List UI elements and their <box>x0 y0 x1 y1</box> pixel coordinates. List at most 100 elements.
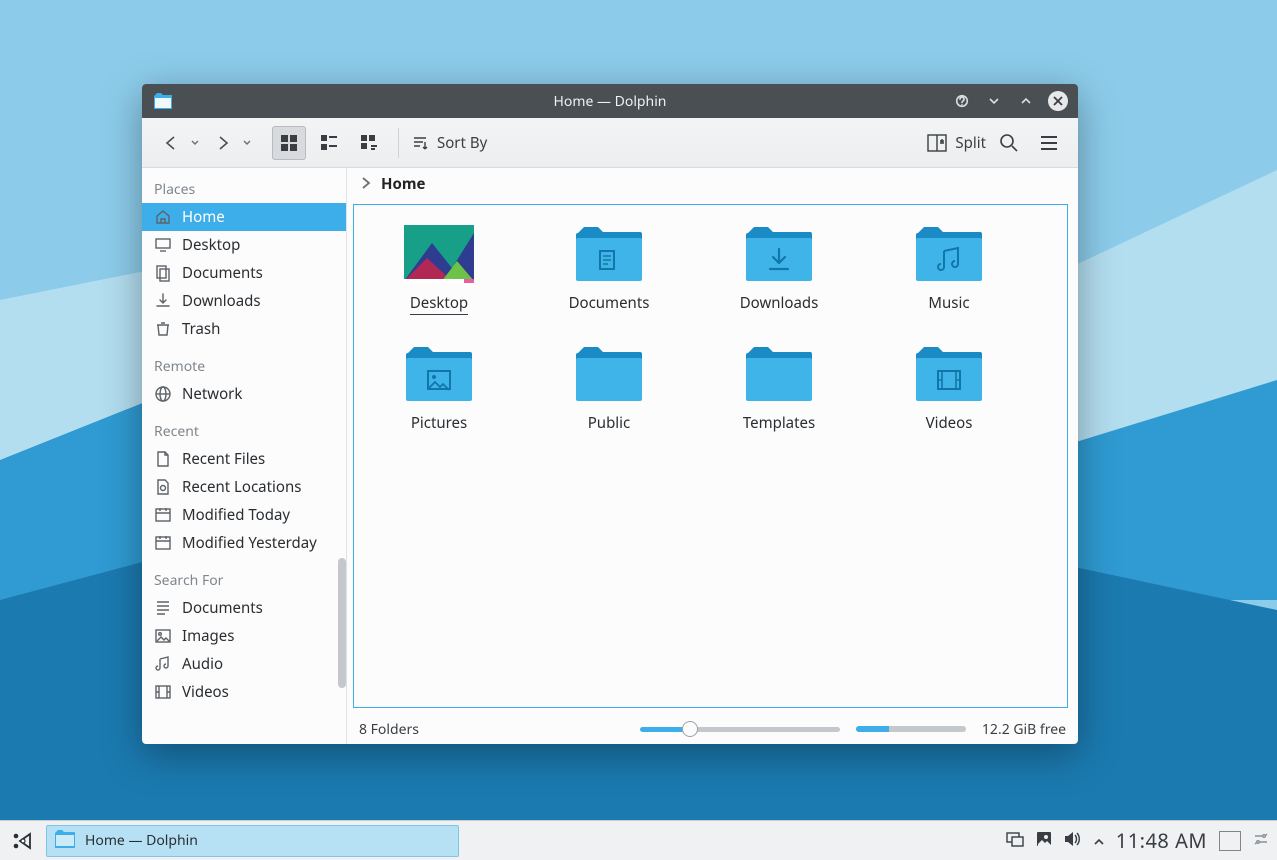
search-button[interactable] <box>992 126 1026 160</box>
zoom-slider[interactable] <box>640 727 840 732</box>
status-free-space: 12.2 GiB free <box>982 720 1066 739</box>
clock[interactable]: 11:48 AM <box>1116 827 1207 854</box>
taskbar-app-label: Home — Dolphin <box>85 831 198 850</box>
view-compact-button[interactable] <box>312 126 346 160</box>
sidebar-item-home[interactable]: Home <box>142 203 346 231</box>
sidebar-item-label: Trash <box>182 319 220 339</box>
sidebar-item-label: Recent Locations <box>182 477 301 497</box>
sort-by-button[interactable]: Sort By <box>411 133 487 153</box>
system-tray: 11:48 AM <box>1006 827 1269 854</box>
sidebar-item-recent-locations[interactable]: Recent Locations <box>142 473 346 501</box>
file-label: Videos <box>926 413 973 433</box>
documents-icon <box>154 264 172 282</box>
split-button[interactable]: Split <box>927 133 986 153</box>
file-item-documents[interactable]: Documents <box>524 223 694 343</box>
help-icon[interactable] <box>952 91 972 111</box>
sidebar-item-images[interactable]: Images <box>142 622 346 650</box>
sidebar-item-label: Desktop <box>182 235 240 255</box>
file-label: Templates <box>743 413 815 433</box>
sidebar-item-trash[interactable]: Trash <box>142 315 346 343</box>
file-item-downloads[interactable]: Downloads <box>694 223 864 343</box>
sidebar-item-label: Recent Files <box>182 449 265 469</box>
disk-usage-bar <box>856 726 966 732</box>
sidebar-item-videos[interactable]: Videos <box>142 678 346 706</box>
show-desktop-button[interactable] <box>1219 831 1241 851</box>
places-sidebar: PlacesHomeDesktopDocumentsDownloadsTrash… <box>142 168 347 744</box>
sidebar-item-recent-files[interactable]: Recent Files <box>142 445 346 473</box>
forward-dropdown[interactable] <box>242 139 252 147</box>
back-dropdown[interactable] <box>190 139 200 147</box>
file-item-templates[interactable]: Templates <box>694 343 864 463</box>
close-button[interactable] <box>1048 91 1068 111</box>
sidebar-item-network[interactable]: Network <box>142 380 346 408</box>
menu-button[interactable] <box>1032 126 1066 160</box>
file-label: Downloads <box>740 293 819 313</box>
sidebar-item-audio[interactable]: Audio <box>142 650 346 678</box>
sidebar-item-documents[interactable]: Documents <box>142 259 346 287</box>
folder-icon <box>55 830 77 852</box>
status-count: 8 Folders <box>359 720 419 739</box>
sidebar-item-modified-today[interactable]: Modified Today <box>142 501 346 529</box>
application-launcher[interactable] <box>8 826 38 856</box>
view-details-button[interactable] <box>352 126 386 160</box>
image-icon <box>154 627 172 645</box>
file-item-desktop[interactable]: Desktop <box>354 223 524 343</box>
sidebar-item-label: Downloads <box>182 291 261 311</box>
sidebar-header: Remote <box>142 351 346 380</box>
calendar-icon <box>154 506 172 524</box>
sidebar-item-label: Audio <box>182 654 223 674</box>
sidebar-item-label: Home <box>182 207 225 227</box>
file-icon <box>154 450 172 468</box>
file-label: Documents <box>569 293 650 313</box>
divider <box>398 128 399 158</box>
view-icons-button[interactable] <box>272 126 306 160</box>
sidebar-item-downloads[interactable]: Downloads <box>142 287 346 315</box>
minimize-button[interactable] <box>984 91 1004 111</box>
sidebar-item-desktop[interactable]: Desktop <box>142 231 346 259</box>
sidebar-scrollbar[interactable] <box>338 558 346 688</box>
maximize-button[interactable] <box>1016 91 1036 111</box>
file-view[interactable]: Desktop Documents Downloads Music Pictur… <box>353 204 1068 708</box>
volume-tray-icon[interactable] <box>1064 829 1082 853</box>
split-label: Split <box>955 133 986 153</box>
file-label: Public <box>588 413 631 433</box>
video-icon <box>154 683 172 701</box>
file-item-music[interactable]: Music <box>864 223 1034 343</box>
trash-icon <box>154 320 172 338</box>
file-item-videos[interactable]: Videos <box>864 343 1034 463</box>
tray-expand-icon[interactable] <box>1094 829 1104 853</box>
folder-icon <box>742 343 816 405</box>
folder-icon <box>572 223 646 285</box>
desktop-icon <box>154 236 172 254</box>
titlebar[interactable]: Home — Dolphin <box>142 84 1078 118</box>
network-tray-icon[interactable] <box>1006 829 1024 853</box>
sidebar-item-label: Modified Yesterday <box>182 533 317 553</box>
audio-icon <box>154 655 172 673</box>
taskbar-app-dolphin[interactable]: Home — Dolphin <box>46 825 459 857</box>
doclines-icon <box>154 599 172 617</box>
sidebar-item-label: Images <box>182 626 234 646</box>
sidebar-item-documents[interactable]: Documents <box>142 594 346 622</box>
network-icon <box>154 385 172 403</box>
file-label: Music <box>928 293 969 313</box>
panel-settings-icon[interactable] <box>1253 829 1269 853</box>
sidebar-item-label: Network <box>182 384 242 404</box>
sidebar-header: Recent <box>142 416 346 445</box>
file-item-pictures[interactable]: Pictures <box>354 343 524 463</box>
file-item-public[interactable]: Public <box>524 343 694 463</box>
breadcrumb-segment[interactable]: Home <box>381 174 425 194</box>
sidebar-item-label: Documents <box>182 263 263 283</box>
forward-button[interactable] <box>206 126 240 160</box>
file-label: Pictures <box>411 413 467 433</box>
sort-icon <box>411 134 429 152</box>
window-title: Home — Dolphin <box>142 92 1078 111</box>
location-icon <box>154 478 172 496</box>
breadcrumb[interactable]: Home <box>347 168 1078 200</box>
folder-icon <box>572 343 646 405</box>
sidebar-header: Search For <box>142 565 346 594</box>
back-button[interactable] <box>154 126 188 160</box>
clipboard-tray-icon[interactable] <box>1036 829 1052 853</box>
sort-by-label: Sort By <box>437 133 487 153</box>
home-icon <box>154 208 172 226</box>
sidebar-item-modified-yesterday[interactable]: Modified Yesterday <box>142 529 346 557</box>
